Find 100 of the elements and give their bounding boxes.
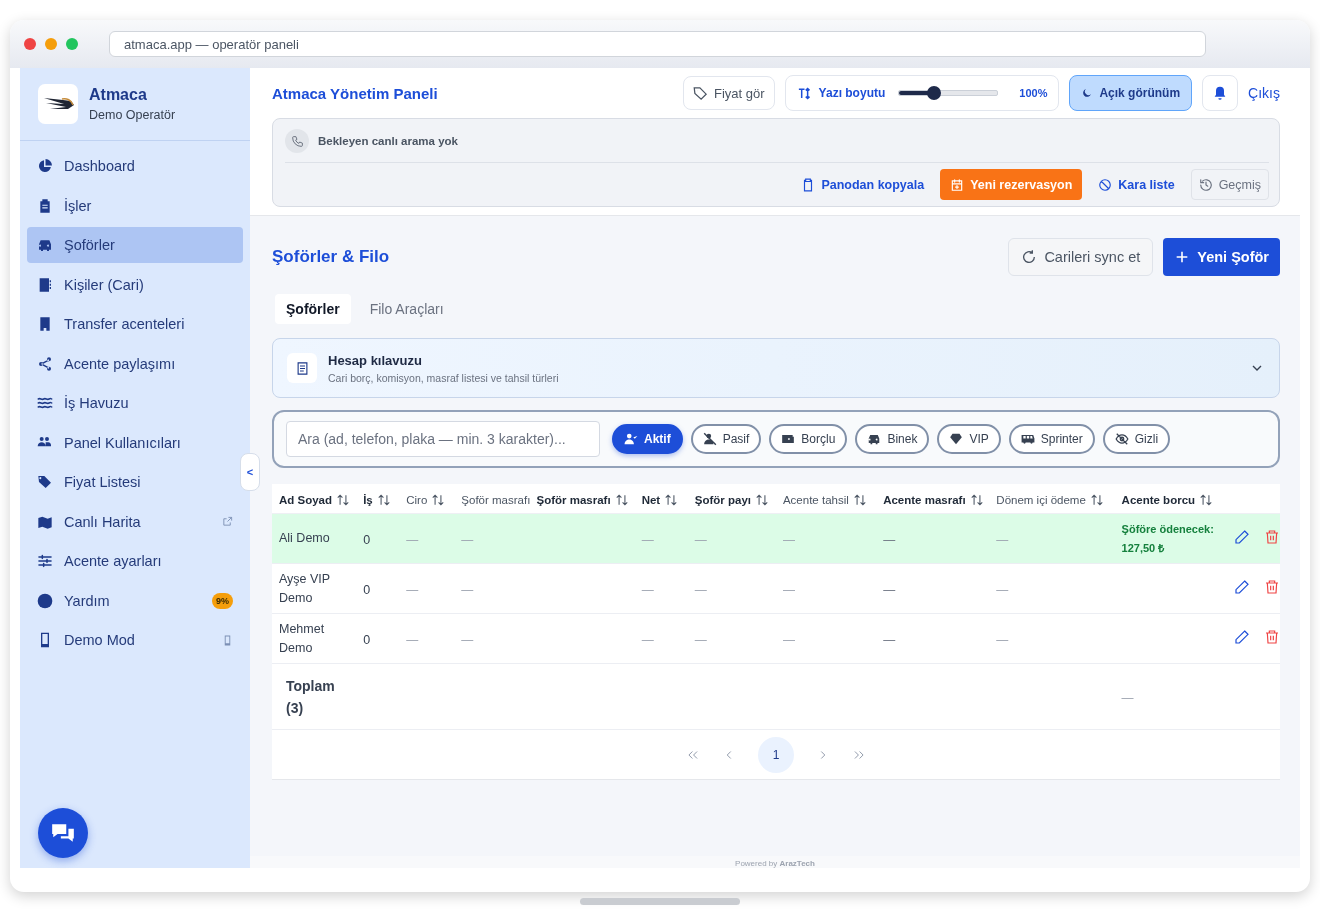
user-check-icon xyxy=(624,432,638,446)
edit-icon[interactable] xyxy=(1234,528,1250,545)
sidebar-item[interactable]: Kişiler (Cari) xyxy=(27,266,243,303)
filter-chip[interactable]: Borçlu xyxy=(769,424,848,454)
filter-chip[interactable]: Aktif xyxy=(612,424,683,454)
logout-link[interactable]: Çıkış xyxy=(1248,85,1280,101)
sort-icon[interactable] xyxy=(969,492,984,507)
filter-chip[interactable]: Binek xyxy=(855,424,930,454)
sidebar-item[interactable]: Dashboard xyxy=(27,148,243,184)
sync-button[interactable]: Carileri sync et xyxy=(1008,238,1154,276)
sort-icon[interactable] xyxy=(376,492,391,507)
trash-icon[interactable] xyxy=(1264,578,1280,595)
sort-icon[interactable] xyxy=(1199,492,1214,507)
sort-icon[interactable] xyxy=(664,492,679,507)
filter-chip[interactable]: Pasif xyxy=(690,424,762,454)
tag-icon xyxy=(693,85,709,101)
table-cell: — xyxy=(694,532,707,547)
sidebar-item[interactable]: Canlı Harita xyxy=(27,503,243,540)
column-header: Dönem içi ödeme xyxy=(996,493,1086,506)
footer-credit: Powered by ArazTech xyxy=(735,859,815,868)
minimize-window-dot[interactable] xyxy=(45,38,57,50)
call-action-button[interactable]: Kara liste xyxy=(1090,169,1183,200)
maximize-window-dot[interactable] xyxy=(66,38,78,50)
clipboard-icon xyxy=(37,197,53,214)
table-row[interactable]: Ayşe VIP Demo 0 — — — — — — — xyxy=(272,563,1280,614)
column-header: Acente borcu xyxy=(1121,493,1196,506)
sort-icon[interactable] xyxy=(1089,492,1104,507)
guide-panel[interactable]: Hesap kılavuzu Cari borç, komisyon, masraf listesi ve tahsil türleri xyxy=(272,338,1280,398)
sidebar-item[interactable]: Transfer acenteleri xyxy=(27,306,243,342)
tab[interactable]: Şoförler xyxy=(275,294,351,324)
edit-icon[interactable] xyxy=(1234,578,1250,595)
trash-icon[interactable] xyxy=(1264,528,1280,545)
address-bar[interactable]: atmaca.app — operatör paneli xyxy=(109,31,1206,57)
edit-icon[interactable] xyxy=(1234,628,1250,645)
table-cell: — xyxy=(406,532,419,547)
sort-icon[interactable] xyxy=(755,492,769,507)
column-header: Şoför payı xyxy=(694,493,751,506)
table-cell: — xyxy=(996,532,1009,547)
sliders-icon xyxy=(37,553,53,569)
notifications-button[interactable] xyxy=(1202,75,1239,111)
van-icon xyxy=(1020,432,1035,446)
table-row[interactable]: Ali Demo 0 — — — — — — — Şöföre ödenecek: 127,50 ₺ xyxy=(272,513,1280,564)
calendar-icon xyxy=(950,177,965,192)
table-cell: — xyxy=(406,582,419,597)
column-header: İş xyxy=(363,493,373,506)
page-button[interactable]: 1 xyxy=(758,736,794,773)
sidebar-item[interactable]: İş Havuzu xyxy=(27,385,243,421)
call-action-button[interactable]: Geçmiş xyxy=(1190,169,1269,200)
table-row[interactable]: Mehmet Demo 0 — — — — — — — xyxy=(272,613,1280,664)
car-icon xyxy=(867,432,882,446)
close-window-dot[interactable] xyxy=(24,38,36,50)
wallet-icon xyxy=(781,432,796,446)
contact-card-icon xyxy=(37,276,53,293)
sidebar-item[interactable]: Panel Kullanıcıları xyxy=(27,424,243,461)
sidebar-item[interactable]: Yardım 9% xyxy=(27,582,243,619)
sort-icon[interactable] xyxy=(431,492,446,507)
price-button[interactable]: Fiyat gör xyxy=(683,76,775,110)
call-status: Bekleyen canlı arama yok xyxy=(318,135,458,147)
app-title: Atmaca Yönetim Paneli xyxy=(272,84,438,102)
column-header: Ad Soyad xyxy=(279,493,333,506)
total-cell-text: Toplam (3) xyxy=(285,676,336,718)
table-cell: — xyxy=(782,632,795,647)
sidebar-item[interactable]: Demo Mod xyxy=(27,622,243,658)
brand-name: Atmaca xyxy=(89,86,148,104)
table-cell: — xyxy=(641,532,654,547)
table-cell: — xyxy=(782,582,795,597)
theme-toggle-button[interactable]: Açık görünüm xyxy=(1069,75,1193,111)
column-header: Acente masrafı xyxy=(883,493,966,506)
collapse-sidebar-button[interactable]: < xyxy=(240,453,260,491)
call-action-button[interactable]: Panodan kopyala xyxy=(793,169,933,200)
sidebar-item[interactable]: Şoförler xyxy=(27,227,243,263)
eye-off-icon xyxy=(1114,432,1129,446)
sidebar-item[interactable]: Fiyat Listesi xyxy=(27,464,243,500)
trash-icon[interactable] xyxy=(1264,628,1280,645)
bird-logo-icon xyxy=(38,84,78,124)
table-cell: 0 xyxy=(363,532,371,547)
table-cell: — xyxy=(883,532,896,547)
search-field[interactable]: Ara (ad, telefon, plaka — min. 3 karakter)... xyxy=(286,421,600,457)
table-cell: — xyxy=(641,582,654,597)
sidebar-item[interactable]: Acente paylaşımı xyxy=(27,345,243,382)
guide-subtitle: Cari borç, komisyon, masraf listesi ve tahsil türleri xyxy=(328,371,560,384)
page-title: Şoförler & Filo xyxy=(272,247,390,267)
filter-chip[interactable]: Sprinter xyxy=(1008,424,1095,454)
pie-chart-icon xyxy=(37,158,53,174)
table-cell: — xyxy=(782,532,795,547)
table-cell-text: Şöföre ödenecek: 127,50 ₺ xyxy=(1121,521,1215,556)
column-header: Şoför masrafı xyxy=(461,493,531,506)
history-icon xyxy=(1198,177,1213,192)
filter-chip[interactable]: VIP xyxy=(937,424,1001,454)
external-link-icon xyxy=(222,516,233,527)
sidebar-item[interactable]: Acente ayarları xyxy=(27,543,243,579)
tab[interactable]: Filo Araçları xyxy=(358,294,455,324)
table-cell: — xyxy=(996,632,1009,647)
filter-chip[interactable]: Gizli xyxy=(1102,424,1171,454)
sidebar-item[interactable]: İşler xyxy=(27,187,243,224)
font-size-label: Yazı boyutu xyxy=(818,86,886,100)
sort-icon[interactable] xyxy=(336,492,351,507)
sort-icon[interactable] xyxy=(852,492,867,507)
sort-icon[interactable] xyxy=(614,492,629,507)
new-driver-button[interactable]: Yeni Şoför xyxy=(1163,238,1280,276)
